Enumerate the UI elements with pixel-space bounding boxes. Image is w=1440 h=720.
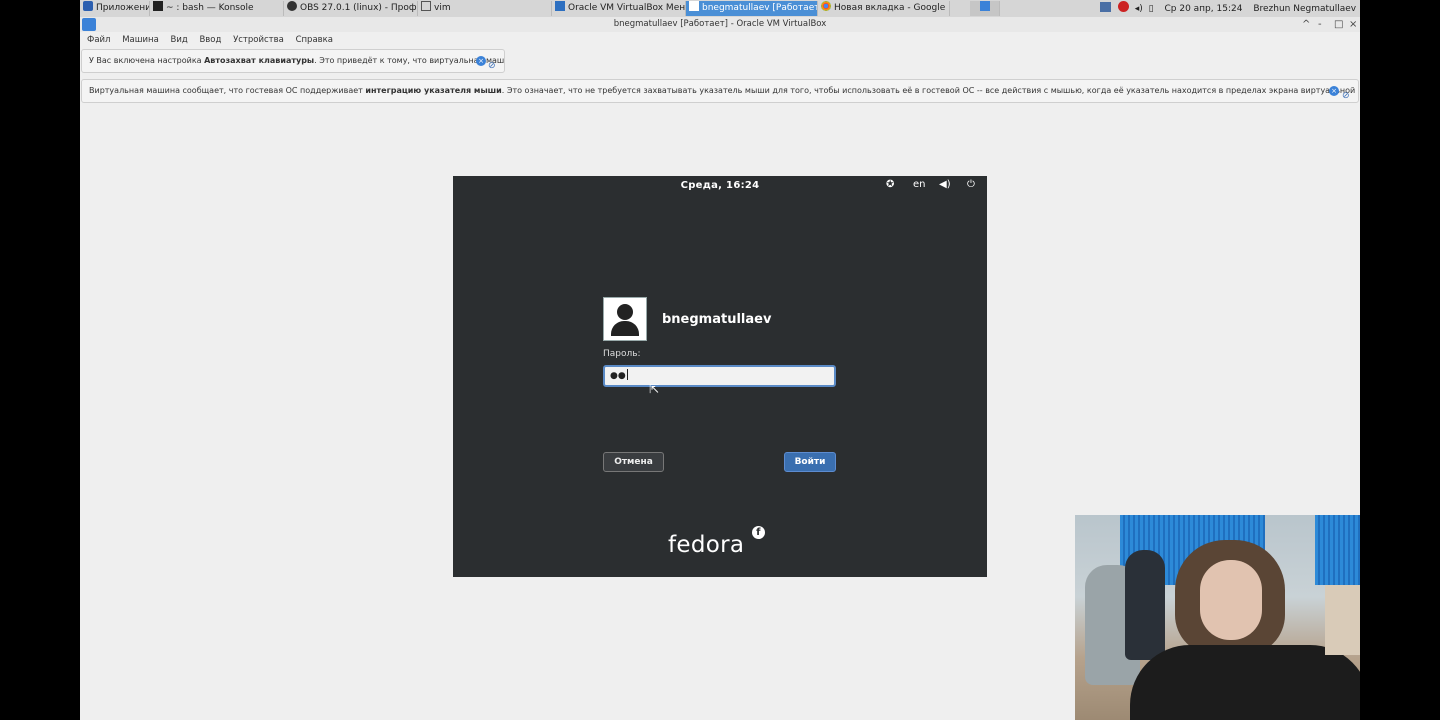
mouse-integration-notice: Виртуальная машина сообщает, что гостева… <box>81 79 1359 103</box>
window-maximize-button[interactable]: □ <box>1334 17 1343 32</box>
vm-top-bar: Среда, 16:24 ✪ en ◀) ⏻ <box>453 176 987 196</box>
obs-icon <box>287 1 297 11</box>
taskbar-item-label: Приложения <box>96 3 149 13</box>
login-button[interactable]: Войти <box>784 452 836 472</box>
taskbar-item-konsole[interactable]: ~ : bash — Konsole <box>150 1 284 16</box>
taskbar-item-virtualbox-manager[interactable]: Oracle VM VirtualBox Мен... <box>552 1 686 16</box>
notice-text: . Это означает, что не требуется захваты… <box>501 86 1358 95</box>
window-shade-button[interactable]: ^ <box>1302 17 1310 32</box>
language-indicator[interactable]: en <box>913 179 926 190</box>
virtualbox-icon <box>689 1 699 11</box>
power-icon[interactable]: ⏻ <box>967 179 975 190</box>
text-caret <box>626 369 628 380</box>
do-not-show-again-icon[interactable]: ⊘ <box>1342 85 1350 102</box>
system-tray: ◂) ▯ Ср 20 апр, 15:24 Brezhun Negmatulla… <box>1100 1 1360 16</box>
current-user[interactable]: Brezhun Negmatullaev <box>1253 4 1356 14</box>
desk-image <box>1325 585 1360 655</box>
taskbar-item-vim[interactable]: vim <box>418 1 552 16</box>
chrome-icon <box>821 1 831 11</box>
taskbar-item-label: ~ : bash — Konsole <box>166 3 254 13</box>
avatar-body-icon <box>611 321 639 336</box>
login-username: bnegmatullaev <box>662 312 772 327</box>
password-label: Пароль: <box>603 349 641 359</box>
window-minimize-button[interactable]: - <box>1318 17 1322 32</box>
window-close-button[interactable]: × <box>1349 17 1357 32</box>
mouse-cursor-icon: ⇱ <box>649 382 660 396</box>
notice-text: У Вас включена настройка <box>89 56 205 65</box>
clock[interactable]: Ср 20 апр, 15:24 <box>1164 4 1242 14</box>
desktop-screen: Приложения ~ : bash — Konsole OBS 27.0.1… <box>80 0 1360 720</box>
taskbar-item-chrome[interactable]: Новая вкладка - Google ... <box>818 1 950 16</box>
taskbar-item-label: Новая вкладка - Google ... <box>834 3 950 13</box>
vm-display[interactable]: Среда, 16:24 ✪ en ◀) ⏻ bnegmatullaev Пар… <box>453 176 987 577</box>
window-title: bnegmatullaev [Работает] - Oracle VM Vir… <box>613 19 827 29</box>
person-shirt-image <box>1130 645 1360 720</box>
vm-clock[interactable]: Среда, 16:24 <box>453 180 987 191</box>
battery-icon[interactable]: ▯ <box>1149 4 1154 14</box>
taskbar-item-label: bnegmatullaev [Работает] ... <box>702 3 818 13</box>
taskbar: Приложения ~ : bash — Konsole OBS 27.0.1… <box>80 0 1360 18</box>
webcam-overlay <box>1075 515 1360 720</box>
password-field[interactable]: ●● <box>603 365 836 387</box>
virtualbox-icon <box>82 18 96 31</box>
volume-icon[interactable]: ◀) <box>939 179 951 190</box>
taskbar-item-minimized[interactable] <box>970 1 1000 16</box>
menu-devices[interactable]: Устройства <box>233 35 284 45</box>
menu-view[interactable]: Вид <box>171 35 188 45</box>
terminal-icon <box>153 1 163 11</box>
taskbar-item-obs[interactable]: OBS 27.0.1 (linux) - Проф... <box>284 1 418 16</box>
fedora-logo-text: fedora <box>668 532 745 558</box>
background-person-image <box>1125 550 1165 660</box>
window-blind-image <box>1315 515 1360 585</box>
person-face-image <box>1200 560 1262 640</box>
cancel-button[interactable]: Отмена <box>603 452 664 472</box>
user-avatar <box>603 297 647 341</box>
taskbar-item-label: Oracle VM VirtualBox Мен... <box>568 3 686 13</box>
fedora-logo: fedora f <box>668 526 765 558</box>
network-icon[interactable] <box>1100 2 1111 12</box>
window-icon <box>980 1 990 11</box>
window-titlebar: bnegmatullaev [Работает] - Oracle VM Vir… <box>80 17 1360 32</box>
app-menu-icon <box>83 1 93 11</box>
taskbar-item-label: OBS 27.0.1 (linux) - Проф... <box>300 3 418 13</box>
notice-bold-text: Автозахват клавиатуры <box>204 56 315 65</box>
keyboard-capture-notice: У Вас включена настройка Автозахват клав… <box>81 49 505 73</box>
menu-file[interactable]: Файл <box>87 35 110 45</box>
taskbar-app-menu[interactable]: Приложения <box>80 1 150 16</box>
virtualbox-icon <box>555 1 565 11</box>
accessibility-icon[interactable]: ✪ <box>886 179 894 190</box>
record-icon[interactable] <box>1117 1 1129 12</box>
close-notice-icon[interactable]: × <box>476 56 486 66</box>
close-notice-icon[interactable]: × <box>1329 86 1339 96</box>
notice-text: Виртуальная машина сообщает, что гостева… <box>89 86 366 95</box>
volume-icon[interactable]: ◂) <box>1135 4 1143 14</box>
avatar-head-icon <box>617 304 633 320</box>
menu-machine[interactable]: Машина <box>122 35 159 45</box>
notice-bold-text: интеграцию указателя мыши <box>365 86 502 95</box>
menu-input[interactable]: Ввод <box>199 35 221 45</box>
taskbar-item-vm-window[interactable]: bnegmatullaev [Работает] ... <box>686 1 818 16</box>
vim-icon <box>421 1 431 11</box>
password-value: ●● <box>610 371 626 381</box>
menu-bar: Файл Машина Вид Ввод Устройства Справка <box>80 33 1360 48</box>
fedora-mark-icon: f <box>752 526 765 539</box>
menu-help[interactable]: Справка <box>296 35 333 45</box>
taskbar-item-label: vim <box>434 3 451 13</box>
do-not-show-again-icon[interactable]: ⊘ <box>488 55 496 72</box>
